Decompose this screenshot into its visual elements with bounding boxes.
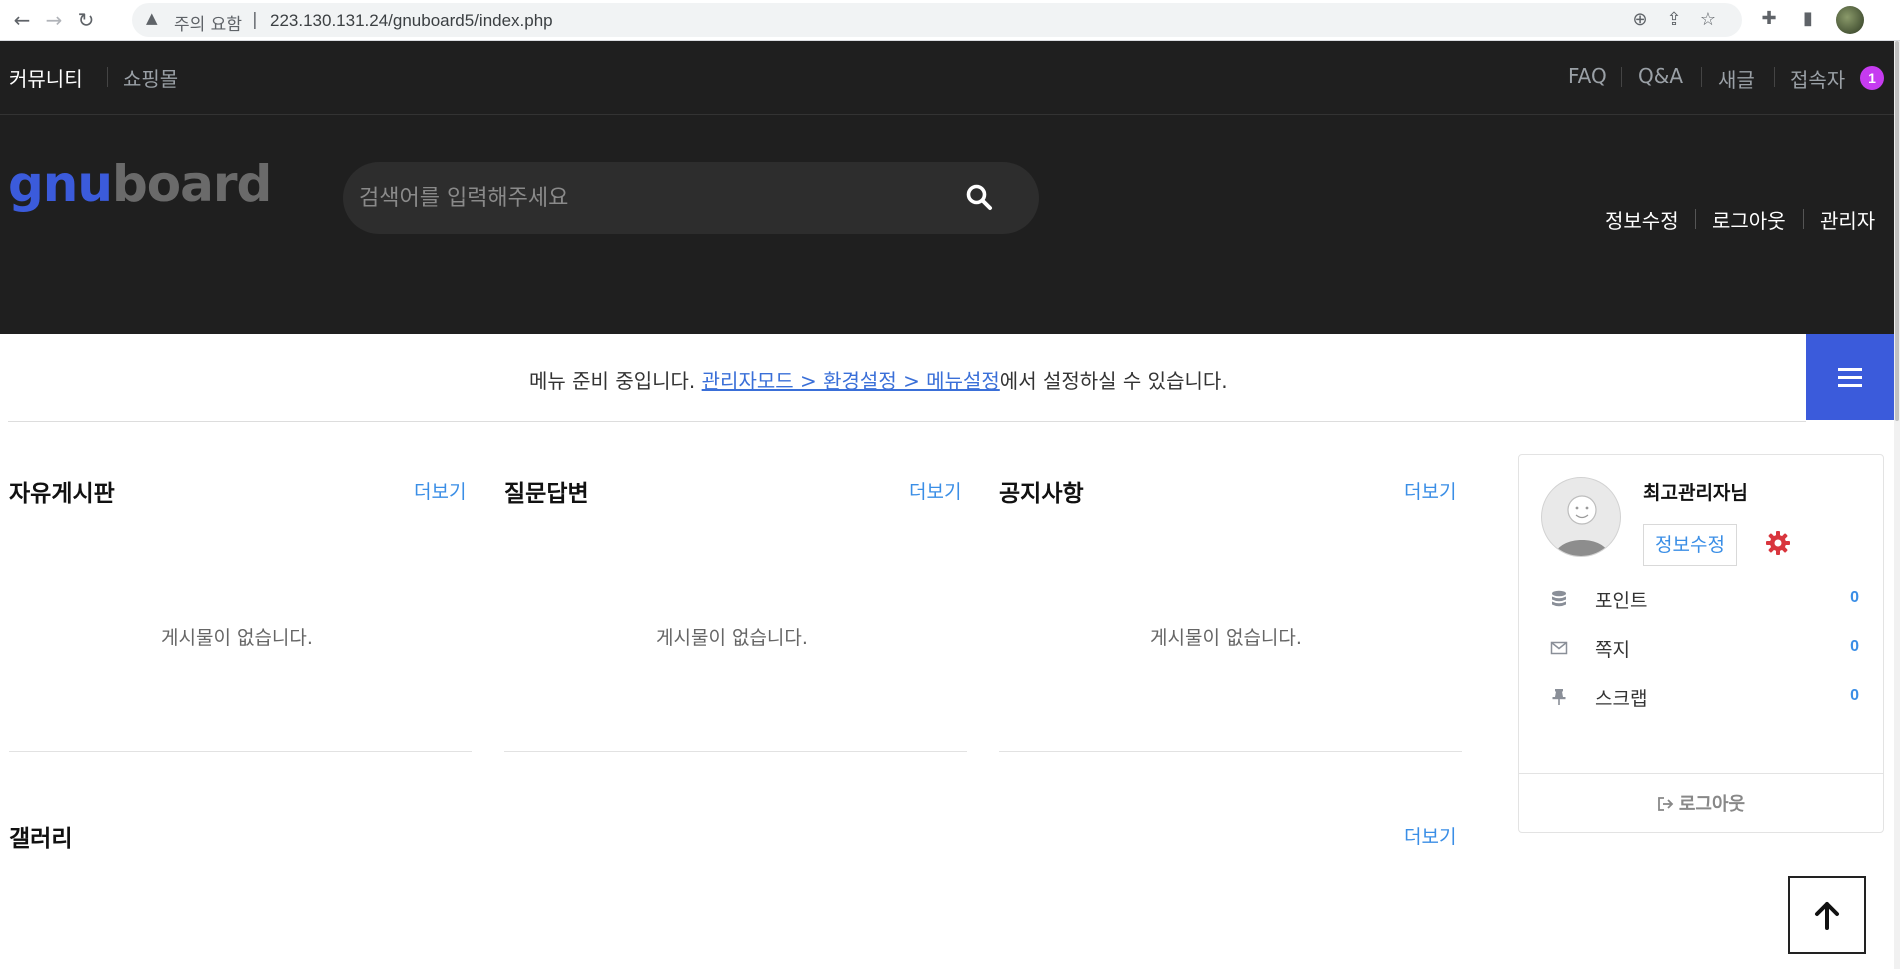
zoom-icon[interactable]: ⊕: [1628, 9, 1652, 30]
avatar: [1541, 477, 1621, 557]
thumbtack-icon: [1552, 689, 1566, 705]
logo-gnu: gnu: [8, 155, 113, 213]
board-title-gallery[interactable]: 갤러리: [9, 819, 72, 853]
database-icon: [1552, 590, 1566, 607]
address-separator: |: [252, 10, 258, 30]
side-panel-icon[interactable]: ▮: [1796, 8, 1820, 29]
share-icon[interactable]: ⇪: [1662, 9, 1686, 30]
header-edit-profile[interactable]: 정보수정: [1605, 205, 1679, 234]
warning-icon[interactable]: ▲: [146, 9, 158, 27]
header-admin[interactable]: 관리자: [1820, 205, 1875, 234]
reload-button[interactable]: ↻: [74, 8, 98, 32]
profile-logout-label: 로그아웃: [1678, 794, 1746, 815]
nav-community[interactable]: 커뮤니티: [9, 63, 83, 92]
url-text[interactable]: 223.130.131.24/gnuboard5/index.php: [270, 11, 553, 31]
logo-board: board: [111, 155, 272, 213]
board-more-gallery[interactable]: 더보기: [1404, 822, 1456, 849]
profile-name: 최고관리자님: [1643, 482, 1748, 504]
scrap-label: 스크랩: [1595, 688, 1648, 710]
profile-edit-button[interactable]: 정보수정: [1643, 524, 1737, 566]
board-empty-notice: 게시물이 없습니다.: [1150, 627, 1302, 649]
board-divider: [999, 751, 1462, 752]
back-button[interactable]: ←: [10, 8, 34, 32]
address-bar[interactable]: ▲ 주의 요함 | 223.130.131.24/gnuboard5/index…: [132, 3, 1742, 37]
gear-icon[interactable]: [1763, 528, 1793, 558]
board-title-free[interactable]: 자유게시판: [9, 474, 115, 508]
bookmark-star-icon[interactable]: ☆: [1696, 9, 1720, 30]
board-more-notice[interactable]: 더보기: [1404, 477, 1456, 504]
top-divider: [1701, 67, 1702, 87]
header-divider: [1803, 209, 1804, 229]
top-divider: [107, 67, 108, 87]
menu-settings-link[interactable]: 관리자모드 > 환경설정 > 메뉴설정: [702, 369, 1000, 393]
points-label: 포인트: [1595, 590, 1648, 612]
gnuboard-logo[interactable]: gnuboard: [8, 155, 272, 213]
profile-row-points[interactable]: 포인트 0: [1519, 579, 1883, 619]
scrollbar-thumb[interactable]: [1895, 41, 1899, 421]
menu-divider: [8, 421, 1806, 422]
top-divider: [1621, 67, 1622, 87]
board-empty-qna: 게시물이 없습니다.: [656, 627, 808, 649]
board-divider: [504, 751, 967, 752]
board-title-qna[interactable]: 질문답변: [504, 474, 589, 508]
scrap-value[interactable]: 0: [1850, 687, 1859, 705]
browser-toolbar: ← → ↻ ▲ 주의 요함 | 223.130.131.24/gnuboard5…: [0, 0, 1900, 41]
nav-visitors[interactable]: 접속자: [1790, 64, 1845, 93]
search-icon[interactable]: [964, 182, 994, 212]
site-header: gnuboard 정보수정 로그아웃 관리자: [0, 115, 1894, 334]
top-divider: [1774, 67, 1775, 87]
profile-logout-button[interactable]: 로그아웃: [1519, 785, 1883, 825]
board-more-free[interactable]: 더보기: [414, 477, 466, 504]
hamburger-menu-button[interactable]: [1806, 334, 1894, 420]
envelope-icon: [1550, 641, 1568, 655]
board-divider: [9, 751, 472, 752]
card-divider: [1519, 773, 1883, 774]
search-input[interactable]: [359, 176, 959, 220]
menu-message-after: 에서 설정하실 수 있습니다.: [999, 369, 1228, 393]
visitor-count-badge[interactable]: 1: [1860, 66, 1884, 90]
profile-row-memo[interactable]: 쪽지 0: [1519, 628, 1883, 668]
points-value[interactable]: 0: [1850, 589, 1859, 607]
extensions-icon[interactable]: ✚: [1757, 8, 1781, 29]
header-divider: [1695, 209, 1696, 229]
board-more-qna[interactable]: 더보기: [909, 477, 961, 504]
memo-value[interactable]: 0: [1850, 638, 1859, 656]
forward-button[interactable]: →: [42, 8, 66, 32]
security-label[interactable]: 주의 요함: [174, 10, 242, 35]
nav-new-posts[interactable]: 새글: [1718, 64, 1755, 93]
menu-message-before: 메뉴 준비 중입니다.: [529, 369, 702, 393]
nav-qna[interactable]: Q&A: [1638, 64, 1683, 88]
sign-out-icon: [1657, 797, 1674, 811]
back-to-top-button[interactable]: [1788, 876, 1866, 954]
default-avatar-icon: [1554, 495, 1610, 556]
site-top-bar: 커뮤니티 쇼핑몰 FAQ Q&A 새글 접속자 1: [0, 41, 1894, 115]
menu-bar: 메뉴 준비 중입니다. 관리자모드 > 환경설정 > 메뉴설정에서 설정하실 수…: [0, 334, 1894, 422]
search-box: [343, 162, 1039, 234]
profile-row-scrap[interactable]: 스크랩 0: [1519, 677, 1883, 717]
nav-faq[interactable]: FAQ: [1568, 64, 1607, 88]
menu-message: 메뉴 준비 중입니다. 관리자모드 > 환경설정 > 메뉴설정에서 설정하실 수…: [529, 365, 1228, 394]
hamburger-bar: [1838, 368, 1862, 371]
hamburger-bar: [1838, 376, 1862, 379]
memo-label: 쪽지: [1595, 639, 1630, 661]
arrow-up-icon: [1815, 902, 1839, 930]
board-title-notice[interactable]: 공지사항: [999, 474, 1084, 508]
nav-shopping-mall[interactable]: 쇼핑몰: [123, 63, 178, 92]
board-empty-free: 게시물이 없습니다.: [161, 627, 313, 649]
header-logout[interactable]: 로그아웃: [1712, 205, 1786, 234]
hamburger-bar: [1838, 384, 1862, 387]
profile-card: 최고관리자님 정보수정 포인트 0 쪽지 0 스크랩 0 로그아웃: [1518, 454, 1884, 833]
profile-avatar[interactable]: [1836, 6, 1864, 34]
